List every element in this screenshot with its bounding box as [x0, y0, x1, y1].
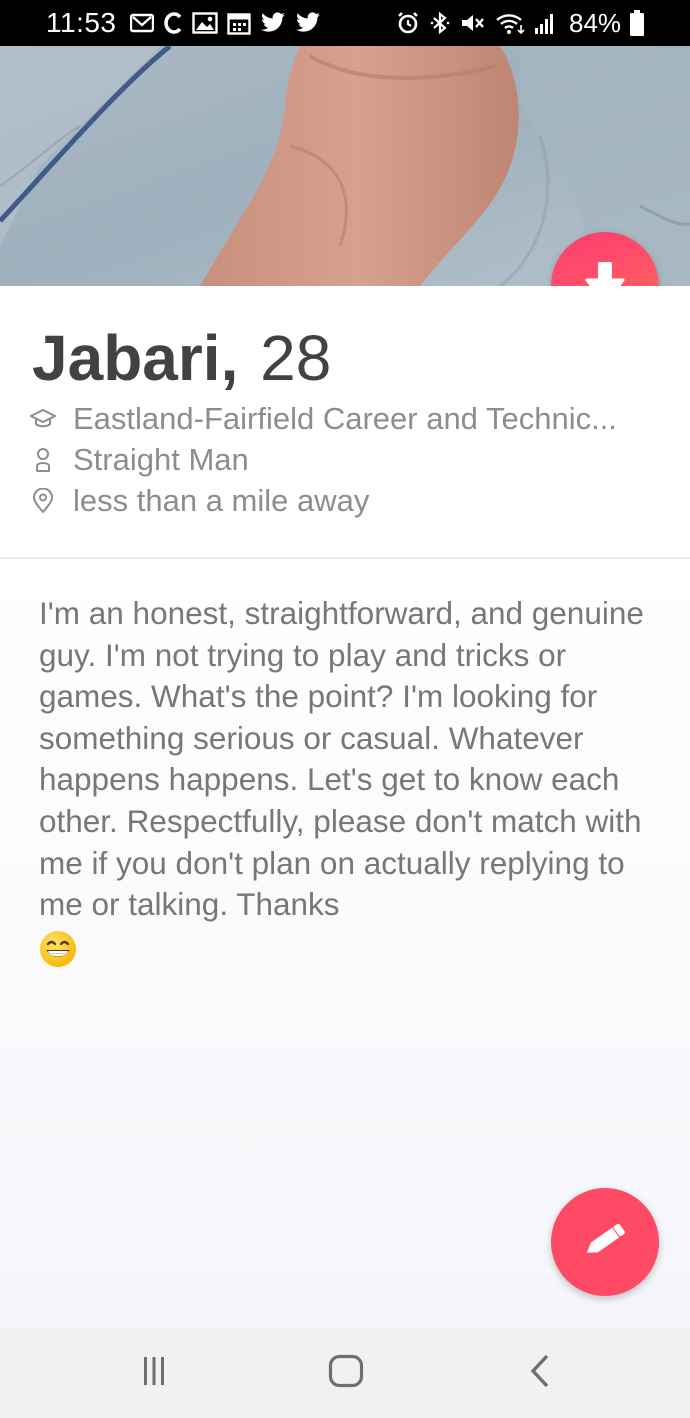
distance-row: less than a mile away — [30, 483, 369, 519]
profile-name: Jabari, — [32, 322, 239, 394]
graduation-cap-icon — [30, 406, 56, 432]
distance-text: less than a mile away — [73, 483, 370, 518]
signal-icon — [534, 11, 556, 35]
home-icon — [328, 1354, 364, 1393]
status-bar: 11:53 84% — [0, 0, 690, 46]
twitter-icon — [260, 12, 286, 34]
wifi-icon — [495, 11, 525, 35]
home-button[interactable] — [326, 1353, 366, 1393]
recent-apps-button[interactable] — [134, 1353, 174, 1393]
c-app-icon — [163, 11, 183, 35]
system-icons: 84% — [396, 8, 645, 38]
battery-percentage: 84% — [569, 8, 622, 38]
back-button[interactable] — [520, 1353, 560, 1393]
bio-text: I'm an honest, straightforward, and genu… — [39, 595, 644, 923]
edit-profile-button[interactable] — [551, 1188, 659, 1296]
status-time: 11:53 — [46, 7, 117, 38]
orientation-row: Straight Man — [30, 442, 249, 478]
name-line: Jabari, 28 — [32, 322, 331, 394]
school-text: Eastland-Fairfield Career and Technic... — [73, 401, 617, 436]
battery-icon — [630, 10, 645, 36]
mute-icon — [460, 11, 486, 35]
person-icon — [30, 447, 56, 473]
recent-apps-icon — [138, 1355, 170, 1392]
back-icon — [528, 1354, 552, 1393]
profile-header: Jabari, 28 Eastland-Fairfield Career and… — [0, 286, 690, 558]
notification-icons — [130, 8, 321, 38]
gallery-icon — [192, 12, 218, 34]
alarm-icon — [396, 11, 420, 35]
twitter-icon — [295, 12, 321, 34]
system-nav-bar — [0, 1328, 690, 1418]
grinning-face-emoji — [39, 930, 77, 968]
location-pin-icon — [30, 488, 56, 514]
gmail-icon — [130, 13, 154, 33]
orientation-text: Straight Man — [73, 442, 249, 477]
bluetooth-icon — [429, 11, 451, 35]
profile-age: 28 — [260, 322, 332, 394]
calendar-icon — [227, 11, 251, 35]
bio-text-block: I'm an honest, straightforward, and genu… — [39, 593, 664, 968]
school-row: Eastland-Fairfield Career and Technic... — [30, 401, 617, 437]
pencil-icon — [582, 1220, 628, 1265]
